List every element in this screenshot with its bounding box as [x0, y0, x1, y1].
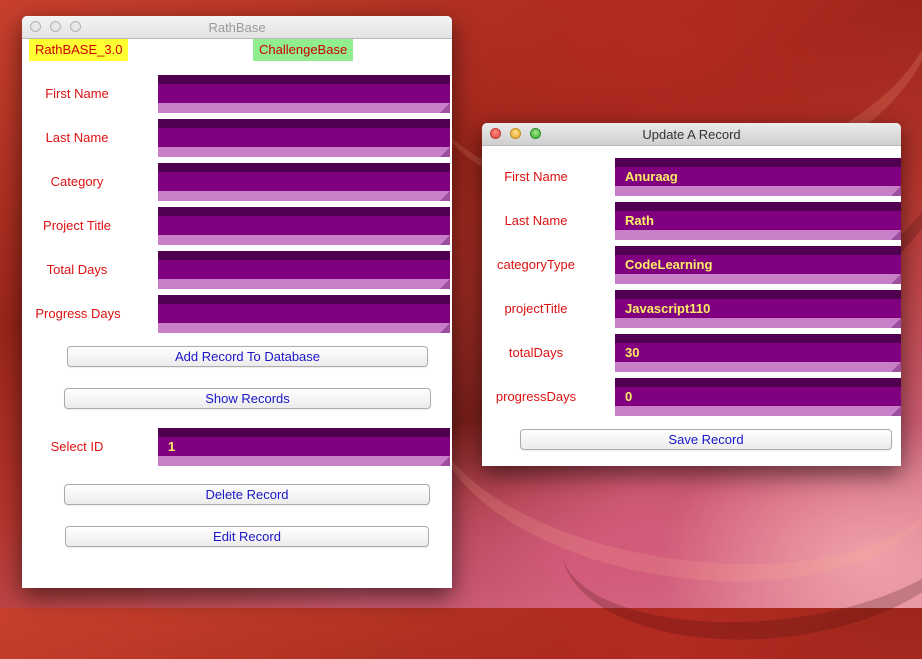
- last-name-value: [168, 129, 440, 147]
- select-id-field[interactable]: 1: [158, 428, 450, 466]
- version-badge: RathBASE_3.0: [29, 39, 129, 61]
- update-first-name-field[interactable]: Anuraag: [615, 158, 901, 196]
- update-category-field[interactable]: CodeLearning: [615, 246, 901, 284]
- challenge-badge: ChallengeBase: [253, 39, 354, 61]
- total-days-value: [168, 261, 440, 279]
- total-days-label: Total Days: [46, 262, 108, 277]
- update-progress-days-label: progressDays: [495, 389, 577, 404]
- first-name-label: First Name: [45, 86, 109, 101]
- update-last-name-label: Last Name: [504, 213, 568, 228]
- select-id-value: 1: [168, 439, 176, 454]
- update-total-days-value: 30: [625, 345, 640, 360]
- add-record-button[interactable]: Add Record To Database: [67, 346, 428, 367]
- last-name-label: Last Name: [45, 130, 109, 145]
- update-total-days-field[interactable]: 30: [615, 334, 901, 372]
- project-title-label: Project Title: [43, 218, 111, 233]
- update-progress-days-value: 0: [625, 389, 633, 404]
- last-name-field[interactable]: [158, 119, 450, 157]
- update-total-days-label: totalDays: [508, 345, 564, 360]
- update-first-name-label: First Name: [504, 169, 568, 184]
- window-title: RathBase: [208, 20, 266, 35]
- first-name-field[interactable]: [158, 75, 450, 113]
- update-record-window: Update A Record First Name Anuraag Last …: [482, 123, 901, 466]
- progress-days-label: Progress Days: [35, 306, 121, 321]
- update-project-title-label: projectTitle: [504, 301, 568, 316]
- project-title-field[interactable]: [158, 207, 450, 245]
- rathbase-titlebar[interactable]: RathBase: [22, 16, 452, 39]
- update-first-name-value: Anuraag: [625, 169, 678, 184]
- category-value: [168, 173, 440, 191]
- update-last-name-field[interactable]: Rath: [615, 202, 901, 240]
- update-project-title-field[interactable]: Javascript110: [615, 290, 901, 328]
- total-days-field[interactable]: [158, 251, 450, 289]
- show-records-button[interactable]: Show Records: [64, 388, 431, 409]
- update-category-label: categoryType: [496, 257, 576, 272]
- update-project-title-value: Javascript110: [625, 301, 711, 316]
- progress-days-field[interactable]: [158, 295, 450, 333]
- save-record-button[interactable]: Save Record: [520, 429, 892, 450]
- select-id-label: Select ID: [50, 439, 104, 454]
- update-category-value: CodeLearning: [625, 257, 713, 272]
- edit-record-button[interactable]: Edit Record: [65, 526, 429, 547]
- rathbase-window: RathBase RathBASE_3.0 ChallengeBase Firs…: [22, 16, 452, 588]
- update-progress-days-field[interactable]: 0: [615, 378, 901, 416]
- category-field[interactable]: [158, 163, 450, 201]
- update-last-name-value: Rath: [625, 213, 654, 228]
- first-name-value: [168, 85, 440, 103]
- project-title-value: [168, 217, 440, 235]
- update-titlebar[interactable]: Update A Record: [482, 123, 901, 146]
- progress-days-value: [168, 305, 440, 323]
- window-title: Update A Record: [642, 127, 741, 142]
- category-label: Category: [50, 174, 104, 189]
- delete-record-button[interactable]: Delete Record: [64, 484, 430, 505]
